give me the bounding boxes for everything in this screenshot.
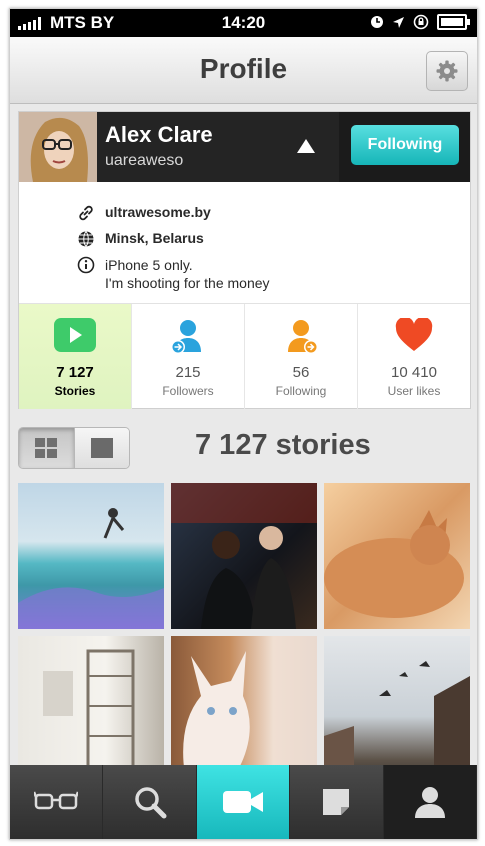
tab-feed[interactable] [10, 765, 104, 839]
search-icon [134, 787, 167, 819]
profile-username: uareaweso [105, 152, 184, 169]
avatar[interactable] [19, 112, 97, 182]
story-thumbnail[interactable] [324, 483, 470, 629]
story-thumbnail[interactable] [324, 636, 470, 782]
stat-label: Stories [54, 384, 96, 398]
stat-label: Following [275, 384, 327, 398]
profile-header: Alex Clare uareaweso Following [19, 112, 470, 182]
heart-icon [395, 318, 433, 351]
website-link[interactable]: ultrawesome.by [105, 204, 211, 220]
tab-bar [10, 765, 477, 839]
stat-stories[interactable]: 7 127 Stories [19, 304, 131, 409]
grid-icon [35, 438, 58, 458]
single-view-button[interactable] [73, 428, 129, 468]
website-row[interactable]: ultrawesome.by [77, 204, 211, 222]
stat-value: 10 410 [391, 364, 437, 381]
glasses-icon [34, 791, 79, 810]
stat-label: Followers [162, 384, 214, 398]
profile-card: Alex Clare uareaweso Following ultraweso… [18, 111, 471, 409]
gear-icon [436, 60, 458, 82]
profile-name: Alex Clare [105, 122, 213, 147]
app-screen: MTS BY 14:20 Profile Alex Clare uareawes… [9, 8, 478, 840]
tab-profile[interactable] [383, 765, 477, 839]
stat-following[interactable]: 56 Following [244, 304, 357, 409]
following-button[interactable]: Following [351, 125, 459, 165]
rotation-lock-icon [413, 14, 429, 30]
stat-value: 56 [292, 364, 310, 381]
globe-icon [78, 231, 94, 247]
camera-icon [223, 791, 264, 813]
story-thumbnail[interactable] [18, 636, 164, 782]
followers-icon [171, 320, 201, 354]
navigation-bar: Profile [10, 37, 477, 104]
following-icon [288, 320, 318, 354]
stories-count: 7 127 stories [195, 429, 371, 461]
story-thumbnail[interactable] [18, 483, 164, 629]
view-toggle [18, 427, 130, 469]
info-icon [77, 256, 95, 274]
clock-icon [371, 16, 383, 28]
stats-bar: 7 127 Stories 215 Followers 56 Following… [19, 303, 470, 409]
notes-icon [323, 789, 350, 815]
tab-camera[interactable] [196, 765, 291, 839]
location-text: Minsk, Belarus [105, 230, 204, 246]
square-icon [90, 438, 113, 458]
tab-notes[interactable] [290, 765, 384, 839]
stat-label: User likes [387, 384, 441, 398]
story-thumbnail[interactable] [171, 636, 317, 782]
status-bar: MTS BY 14:20 [10, 9, 477, 37]
bio-line-2: I'm shooting for the money [105, 275, 270, 291]
battery-icon [437, 14, 470, 30]
profile-icon [414, 787, 445, 818]
page-title: Profile [199, 53, 288, 84]
stat-value: 7 127 [56, 364, 94, 381]
story-thumbnail[interactable] [171, 483, 317, 629]
stat-value: 215 [175, 364, 201, 381]
bio-row: iPhone 5 only. I'm shooting for the mone… [77, 256, 270, 292]
settings-button[interactable] [426, 51, 468, 91]
link-icon [79, 205, 93, 221]
collapse-arrow-icon[interactable] [297, 139, 315, 153]
play-icon [54, 318, 96, 352]
grid-view-button[interactable] [19, 428, 74, 468]
location-row: Minsk, Belarus [77, 230, 204, 248]
location-icon [393, 16, 404, 28]
stat-followers[interactable]: 215 Followers [131, 304, 244, 409]
tab-search[interactable] [103, 765, 197, 839]
stat-user-likes[interactable]: 10 410 User likes [357, 304, 470, 409]
bio-line-1: iPhone 5 only. [105, 257, 193, 273]
